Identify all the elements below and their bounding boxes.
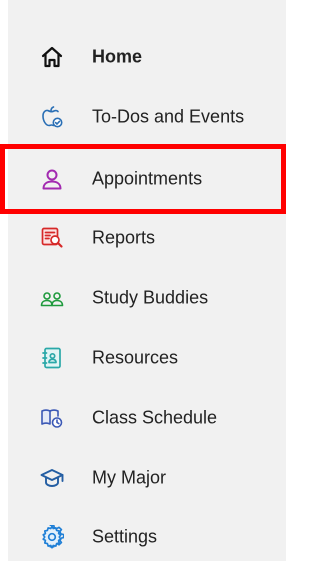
nav-item-class-schedule[interactable]: Class Schedule [8, 398, 286, 438]
nav-item-settings[interactable]: Settings [8, 517, 286, 557]
nav-item-study-buddies[interactable]: Study Buddies [8, 278, 286, 318]
contact-book-icon [40, 346, 64, 370]
nav-item-label: Reports [92, 227, 156, 248]
users-icon [40, 286, 64, 310]
nav-item-label: To-Dos and Events [92, 106, 245, 127]
gear-icon [40, 525, 64, 549]
nav-item-label: Study Buddies [92, 287, 209, 308]
person-icon [40, 167, 64, 191]
home-icon [40, 45, 64, 69]
nav-item-home[interactable]: Home [8, 37, 286, 77]
nav-item-label: Settings [92, 526, 158, 547]
nav-item-reports[interactable]: Reports [8, 218, 286, 258]
book-clock-icon [40, 406, 64, 430]
nav-item-label: Resources [92, 347, 179, 368]
nav-item-todos-and-events[interactable]: To-Dos and Events [8, 97, 286, 137]
nav-item-label: Class Schedule [92, 407, 218, 428]
nav-item-appointments[interactable]: Appointments [8, 159, 286, 199]
report-search-icon [40, 226, 64, 250]
nav-item-label: My Major [92, 467, 167, 488]
nav-item-my-major[interactable]: My Major [8, 458, 286, 498]
graduation-cap-icon [40, 466, 64, 490]
nav-item-label: Appointments [92, 168, 203, 189]
apple-check-icon [40, 105, 64, 129]
navigation-panel: Home To-Dos and Events Appointments Repo… [8, 0, 286, 561]
nav-item-label: Home [92, 46, 143, 67]
nav-item-resources[interactable]: Resources [8, 338, 286, 378]
